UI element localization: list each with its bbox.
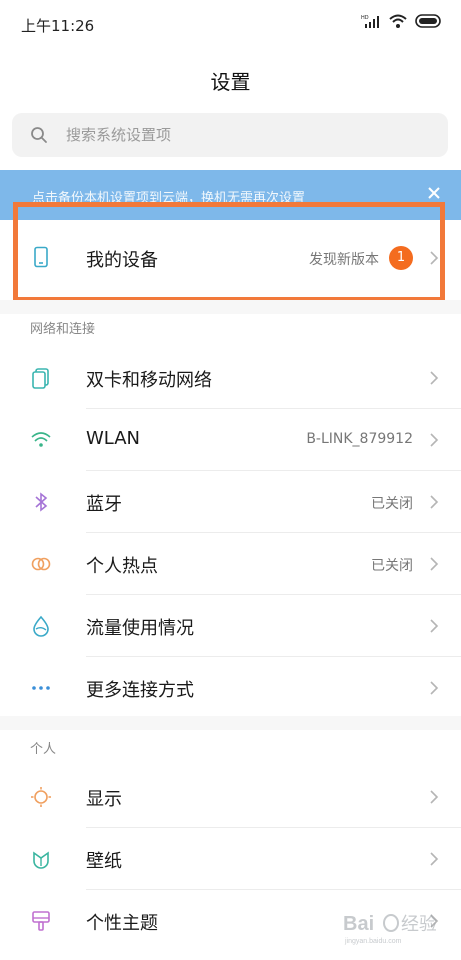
data-usage-icon [33,615,49,637]
row-label-wallpaper: 壁纸 [86,851,122,872]
row-value-wlan: B-LINK_879912 [306,431,413,447]
row-label-wlan: WLAN [86,428,141,449]
close-icon[interactable] [425,184,443,202]
hotspot-icon [31,557,51,571]
watermark-logo: Bai 经验 jingyan.baidu.com [343,913,437,945]
svg-text:HD: HD [361,15,369,21]
chevron-right-icon [430,790,439,804]
chevron-right-icon [430,557,439,571]
row-label-hotspot: 个人热点 [86,556,158,577]
row-label-display: 显示 [86,789,122,810]
page-title: 设置 [210,70,251,94]
section-title-network: 网络和连接 [30,322,96,337]
row-more-connections[interactable]: 更多连接方式 [0,657,461,719]
svg-text:Bai: Bai [343,913,374,935]
backup-banner[interactable]: 点击备份本机设置项到云端，换机无需再次设置 [0,170,461,220]
phone-icon [34,246,48,268]
row-label-theme: 个性主题 [86,913,158,934]
svg-text:经验: 经验 [401,914,437,935]
more-dots-icon [32,686,50,690]
wallpaper-icon [33,851,49,869]
row-display[interactable]: 显示 [0,766,461,828]
svg-text:jingyan.baidu.com: jingyan.baidu.com [344,938,402,945]
display-icon [31,787,51,807]
search-box[interactable] [12,113,448,157]
section-divider [0,300,461,314]
search-icon [31,127,47,143]
row-label-more-connections: 更多连接方式 [86,680,194,701]
row-value-bluetooth: 已关闭 [371,496,413,512]
chevron-right-icon [430,681,439,695]
wifi-icon [31,432,51,447]
update-available-text: 发现新版本 [309,252,379,268]
chevron-right-icon [430,619,439,633]
signal-icon: HD [361,15,379,28]
chevron-right-icon [430,495,439,509]
my-device-label: 我的设备 [86,250,158,271]
chevron-right-icon [430,371,439,385]
row-wlan[interactable]: WLAN B-LINK_879912 [0,409,461,471]
chevron-right-icon [430,433,439,447]
row-label-bluetooth: 蓝牙 [86,494,122,515]
chevron-right-icon [430,251,439,265]
row-data-usage[interactable]: 流量使用情况 [0,595,461,657]
my-device-row[interactable]: 我的设备 发现新版本 1 [0,220,461,296]
row-dual-sim[interactable]: 双卡和移动网络 [0,347,461,409]
search-input[interactable] [64,125,398,145]
status-icons: HD [361,14,443,28]
update-badge: 1 [389,246,413,270]
row-wallpaper[interactable]: 壁纸 [0,828,461,890]
row-label-dual-sim: 双卡和移动网络 [86,370,212,391]
bluetooth-icon [35,492,48,512]
row-bluetooth[interactable]: 蓝牙 已关闭 [0,471,461,533]
banner-text: 点击备份本机设置项到云端，换机无需再次设置 [32,191,306,206]
status-bar: 上午11:26 HD [0,0,461,50]
battery-icon [415,14,441,28]
section-divider [0,716,461,730]
theme-icon [32,911,50,931]
section-title-personal: 个人 [30,742,57,757]
wifi-status-icon [389,14,407,28]
chevron-right-icon [430,852,439,866]
sim-cards-icon [32,368,49,389]
status-time: 上午11:26 [21,17,95,35]
row-hotspot[interactable]: 个人热点 已关闭 [0,533,461,595]
row-label-data-usage: 流量使用情况 [86,618,194,639]
row-value-hotspot: 已关闭 [371,558,413,574]
